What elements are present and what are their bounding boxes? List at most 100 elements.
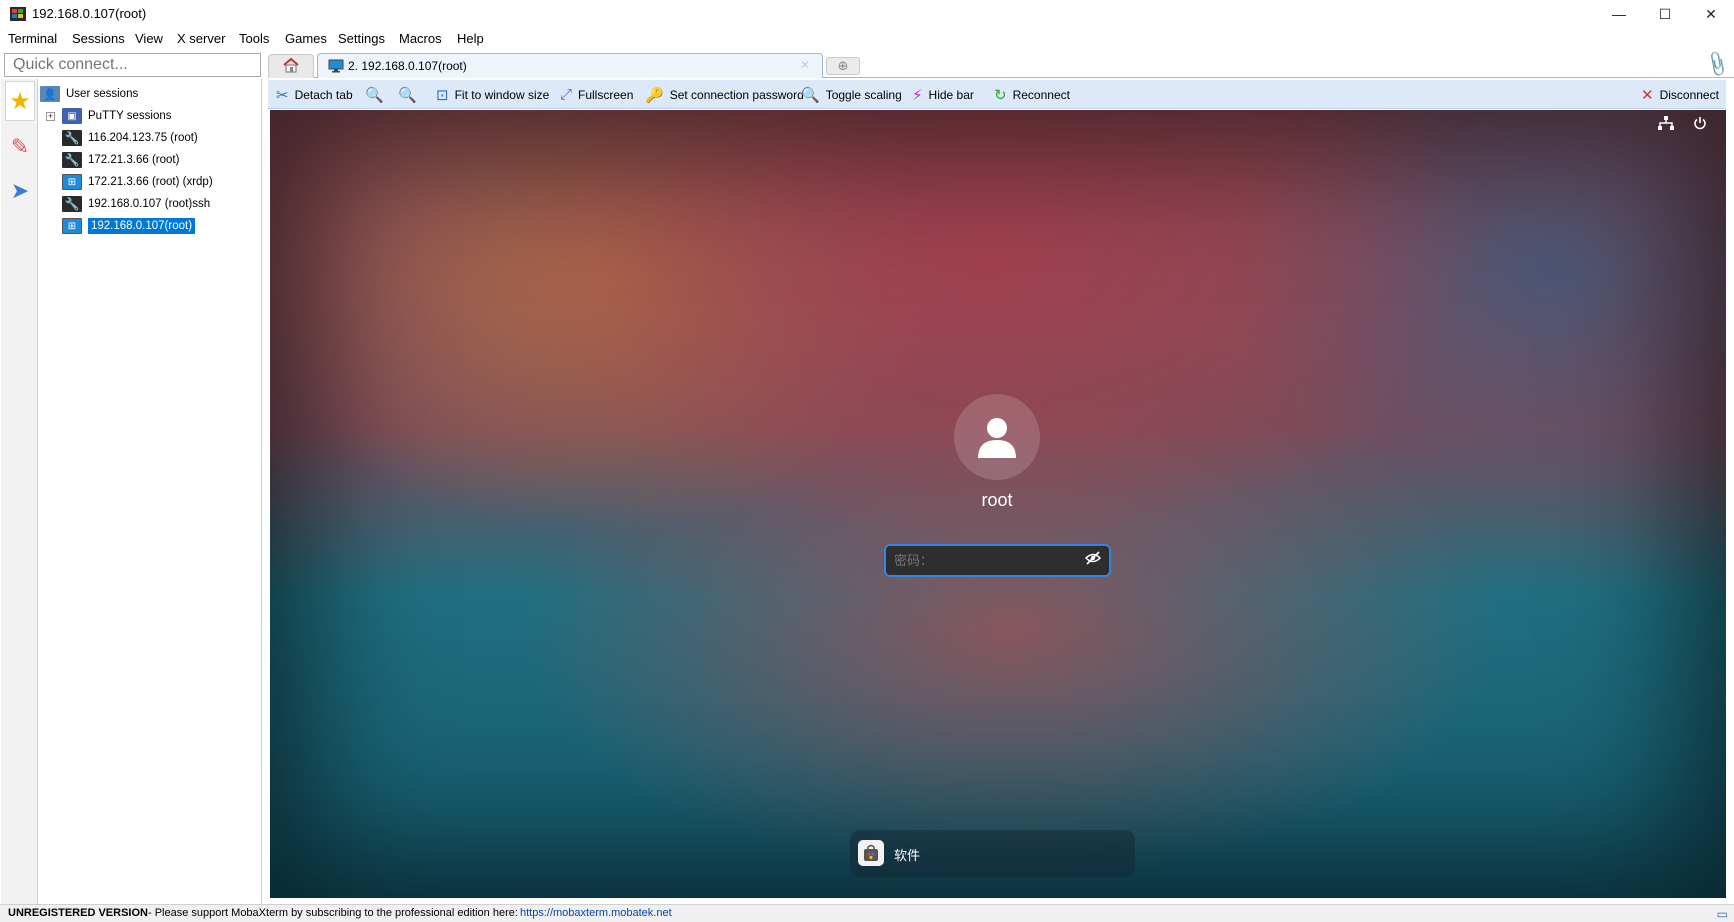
title-bar: 192.168.0.107(root) — ☐ ✕ [0, 0, 1734, 28]
tree-putty-sessions[interactable]: ▣ PuTTY sessions [62, 105, 172, 127]
ssh-key-icon: 🔧 [62, 152, 82, 168]
session-label: 172.21.3.66 (root) [88, 154, 180, 166]
tab-home[interactable] [268, 54, 314, 78]
fullscreen-button[interactable]: ⤢ Fullscreen [560, 80, 633, 109]
session-label: 192.168.0.107(root) [88, 218, 196, 234]
password-input[interactable] [894, 552, 1074, 570]
tree-label: User sessions [66, 88, 139, 100]
tab-close-icon[interactable]: ✕ [800, 58, 810, 72]
disconnect-button[interactable]: ✕ Disconnect [1641, 80, 1719, 109]
zoom-out-icon: 🔍 [398, 86, 417, 104]
button-label: Detach tab [294, 87, 353, 102]
remote-desktop-view[interactable]: root 软件 [270, 110, 1726, 898]
tree-session-item-selected[interactable]: ⊞ 192.168.0.107(root) [62, 215, 196, 237]
software-store-icon[interactable] [858, 840, 884, 866]
button-label: Toggle scaling [825, 87, 902, 102]
tab-session-active[interactable]: 2. 192.168.0.107(root) ✕ [317, 53, 823, 78]
tree-session-item[interactable]: 🔧 192.168.0.107 (root)ssh [62, 193, 210, 215]
button-label: Fit to window size [454, 87, 550, 102]
session-label: 192.168.0.107 (root)ssh [88, 198, 211, 210]
button-label: Set connection password [669, 87, 804, 102]
ssh-key-icon: 🔧 [62, 130, 82, 146]
dock-app-label[interactable]: 软件 [894, 845, 920, 864]
plus-icon: ⊕ [837, 58, 849, 73]
user-sessions-icon: 👤 [40, 86, 60, 102]
magnifier-icon: 🔍 [801, 86, 820, 104]
menu-view[interactable]: View [135, 31, 163, 46]
menu-x-server[interactable]: X server [177, 31, 225, 46]
user-silhouette-icon [978, 418, 1016, 458]
tree-session-item[interactable]: 🔧 172.21.3.66 (root) [62, 149, 179, 171]
session-tree: 👤 User sessions + ▣ PuTTY sessions 🔧 116… [38, 79, 262, 904]
close-window-button[interactable]: ✕ [1688, 0, 1734, 28]
sessions-star-icon[interactable]: ★ [5, 81, 35, 121]
tree-session-item[interactable]: ⊞ 172.21.3.66 (root) (xrdp) [62, 171, 213, 193]
key-icon: 🔑 [645, 86, 664, 104]
putty-icon: ▣ [62, 108, 82, 124]
tree-user-sessions[interactable]: 👤 User sessions [40, 83, 138, 105]
paperclip-icon[interactable]: 📎 [1702, 50, 1731, 79]
home-icon [282, 57, 300, 76]
refresh-icon: ↻ [994, 86, 1007, 104]
fit-window-icon: ⊡ [436, 86, 449, 104]
send-icon[interactable]: ➤ [5, 171, 35, 211]
rdp-toolbar: ✂ Detach tab 🔍 🔍 ⊡ Fit to window size ⤢ … [268, 80, 1726, 109]
detach-tab-button[interactable]: ✂ Detach tab [276, 80, 353, 109]
new-tab-button[interactable]: ⊕ [826, 57, 860, 75]
zoom-out-button[interactable]: 🔍 [398, 80, 423, 109]
rdp-monitor-icon: ⊞ [62, 174, 82, 190]
menu-sessions[interactable]: Sessions [72, 31, 125, 46]
maximize-button[interactable]: ☐ [1642, 0, 1688, 28]
minimize-button[interactable]: — [1596, 0, 1642, 28]
left-tool-strip: ★ ✎ ➤ [1, 79, 38, 904]
session-label: 116.204.123.75 (root) [88, 132, 198, 144]
unregistered-label: UNREGISTERED VERSION [8, 907, 148, 919]
ssh-key-icon: 🔧 [62, 196, 82, 212]
mobatek-link[interactable]: https://mobaxterm.mobatek.net [520, 907, 672, 919]
user-avatar[interactable] [954, 394, 1040, 480]
app-dock: 软件 [850, 830, 1135, 877]
quick-connect-box [4, 53, 261, 77]
menu-settings[interactable]: Settings [338, 31, 385, 46]
fullscreen-icon: ⤢ [560, 86, 573, 103]
tools-icon[interactable]: ✎ [5, 127, 35, 167]
power-icon[interactable] [1693, 116, 1707, 134]
fit-window-button[interactable]: ⊡ Fit to window size [436, 80, 549, 109]
button-label: Hide bar [928, 87, 974, 102]
hide-bar-button[interactable]: ⚡ Hide bar [912, 80, 974, 109]
toggle-scaling-button[interactable]: 🔍 Toggle scaling [801, 80, 902, 109]
set-password-button[interactable]: 🔑 Set connection password [645, 80, 804, 109]
tree-label: PuTTY sessions [88, 110, 172, 122]
support-message: - Please support MobaXterm by subscribin… [148, 907, 518, 919]
tab-strip: 2. 192.168.0.107(root) ✕ ⊕ 📎 [268, 50, 1734, 79]
tree-session-item[interactable]: 🔧 116.204.123.75 (root) [62, 127, 198, 149]
session-label: 172.21.3.66 (root) (xrdp) [88, 176, 213, 188]
menu-help[interactable]: Help [457, 31, 484, 46]
button-label: Reconnect [1012, 87, 1070, 102]
button-label: Fullscreen [578, 87, 634, 102]
menu-tools[interactable]: Tools [239, 31, 269, 46]
quick-connect-input[interactable] [5, 54, 260, 76]
zoom-in-icon: 🔍 [365, 86, 384, 104]
lightning-icon: ⚡ [912, 86, 923, 104]
menu-games[interactable]: Games [285, 31, 327, 46]
expand-toggle-icon[interactable]: + [46, 112, 55, 121]
reconnect-button[interactable]: ↻ Reconnect [994, 80, 1070, 109]
password-field[interactable] [884, 544, 1111, 577]
menu-macros[interactable]: Macros [399, 31, 442, 46]
network-icon[interactable] [1658, 116, 1674, 134]
monitor-status-icon[interactable]: ▭ [1717, 907, 1728, 921]
login-username: root [981, 490, 1013, 510]
menu-terminal[interactable]: Terminal [8, 31, 57, 46]
menu-bar: Terminal Sessions View X server Tools Ga… [0, 28, 1734, 50]
button-label: Disconnect [1659, 87, 1719, 102]
close-x-icon: ✕ [1641, 86, 1654, 104]
eye-slash-icon[interactable] [1084, 551, 1102, 568]
window-title: 192.168.0.107(root) [32, 6, 147, 21]
rdp-monitor-icon [328, 59, 344, 76]
zoom-in-button[interactable]: 🔍 [365, 80, 390, 109]
mobaxterm-app-icon [10, 7, 26, 21]
status-bar: UNREGISTERED VERSION - Please support Mo… [0, 904, 1734, 922]
scissors-icon: ✂ [276, 86, 289, 104]
rdp-monitor-icon: ⊞ [62, 218, 82, 234]
